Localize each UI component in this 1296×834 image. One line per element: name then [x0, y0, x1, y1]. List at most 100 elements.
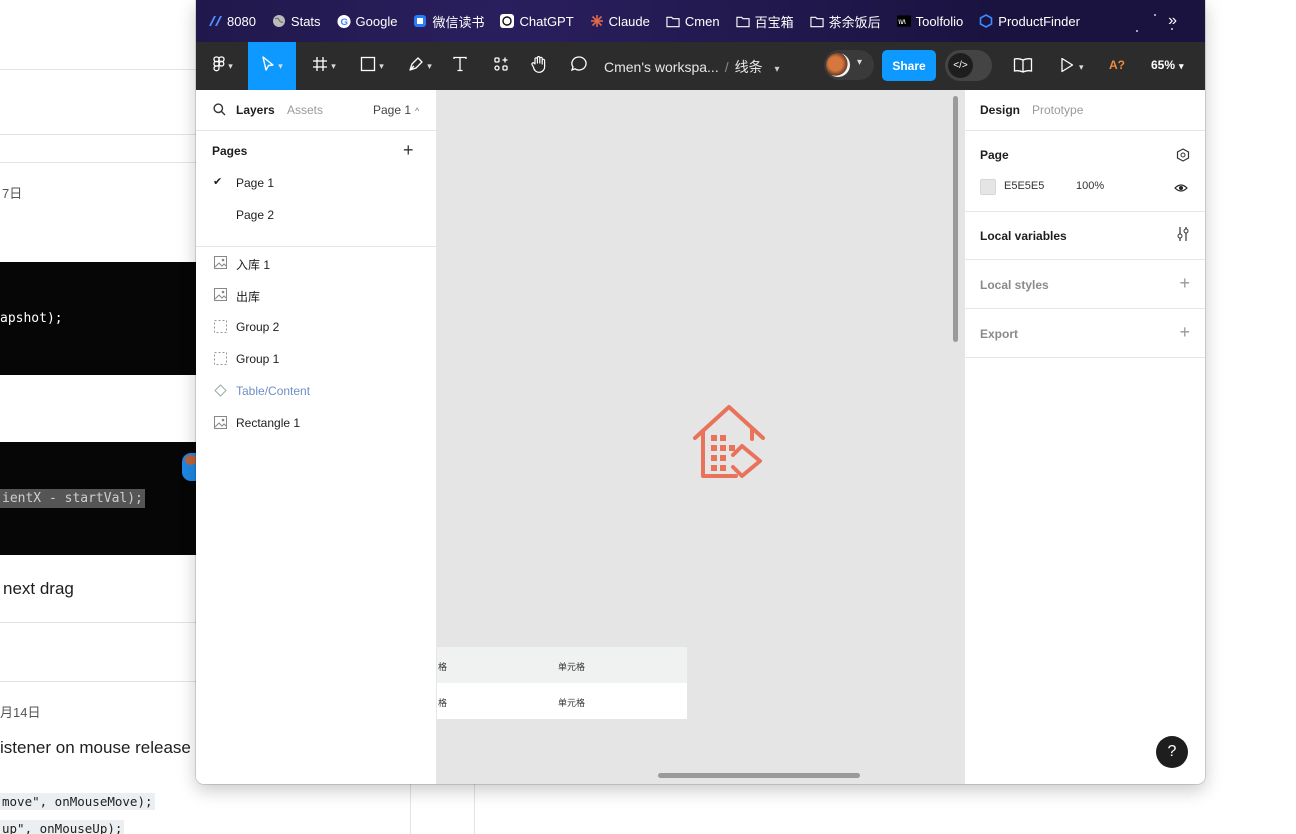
bookmark-toolfolio[interactable]: \\/\ Toolfolio	[896, 14, 963, 29]
chevron-double-right-icon[interactable]: »	[1168, 12, 1177, 30]
layer-item[interactable]: Table/Content	[196, 375, 436, 407]
tab-layers[interactable]: Layers	[236, 103, 275, 117]
dev-mode-toggle[interactable]: </>	[945, 50, 992, 81]
table-cell: 单元格	[558, 698, 586, 708]
zoom-menu[interactable]: 65% ▾	[1151, 58, 1184, 72]
frame-tool-button[interactable]: ▾	[304, 42, 344, 90]
hand-tool-button[interactable]	[524, 42, 554, 90]
move-tool-button[interactable]: ▾	[248, 42, 296, 90]
file-name[interactable]: 线条	[735, 59, 763, 75]
plus-icon[interactable]: +	[1179, 322, 1190, 343]
rectangle-icon	[360, 56, 376, 77]
font-warning-button[interactable]: A?	[1109, 58, 1125, 72]
page-item[interactable]: ✔ Page 1	[196, 167, 436, 199]
comment-tool-button[interactable]	[564, 42, 594, 90]
bookmark-weread[interactable]: 微信读书	[413, 12, 484, 31]
layer-item[interactable]: Group 2	[196, 311, 436, 343]
bookmark-folder-cmen[interactable]: Cmen	[666, 14, 720, 29]
vite-icon	[208, 14, 222, 28]
chatgpt-icon	[500, 14, 515, 28]
bookmark-folder-baibaoxiang[interactable]: 百宝箱	[735, 12, 794, 31]
panel-tabs: Layers Assets Page 1 ^	[196, 90, 436, 131]
chevron-down-icon[interactable]: ▾	[775, 64, 780, 75]
vertical-scrollbar[interactable]	[953, 96, 958, 342]
image-icon	[214, 416, 227, 429]
help-button[interactable]: ?	[1156, 736, 1188, 768]
plus-icon[interactable]: +	[1179, 273, 1190, 294]
layer-item[interactable]: Rectangle 1	[196, 407, 436, 439]
user-avatar-menu[interactable]: ▾	[824, 50, 874, 80]
svg-text:\\/\: \\/\	[898, 19, 905, 26]
image-icon	[214, 256, 227, 269]
figma-logo-icon	[213, 55, 225, 77]
bookmark-claude[interactable]: Claude	[590, 14, 650, 29]
check-icon: ✔	[213, 176, 223, 188]
cursor-icon	[261, 55, 275, 77]
frame-icon	[312, 56, 328, 77]
page-item[interactable]: Page 2	[196, 199, 436, 231]
layer-item[interactable]: 出库	[196, 279, 436, 311]
layer-item[interactable]: 入库 1	[196, 247, 436, 279]
bookmark-folder-chayufanhou[interactable]: 茶余饭后	[809, 12, 881, 31]
warehouse-outbound-icon[interactable]	[692, 403, 768, 484]
code-line-selected: ientX - startVal);	[0, 489, 145, 508]
share-button[interactable]: Share	[882, 50, 936, 81]
bookmark-8080[interactable]: 8080	[208, 14, 256, 29]
bookmark-chatgpt[interactable]: ChatGPT	[500, 14, 574, 29]
chevron-down-icon: ▾	[278, 60, 283, 71]
shape-tool-button[interactable]: ▾	[352, 42, 392, 90]
productfinder-icon	[979, 14, 993, 28]
image-icon	[214, 288, 227, 301]
table-content[interactable]: 格 单元格 格 单元格	[437, 647, 687, 719]
page-selector[interactable]: Page 1 ^	[373, 103, 419, 117]
page-color-value[interactable]: E5E5E5	[1004, 180, 1044, 192]
file-breadcrumb[interactable]: Cmen's workspa... / 线条 ▾	[604, 57, 780, 77]
tab-prototype[interactable]: Prototype	[1032, 103, 1083, 117]
workspace-name[interactable]: Cmen's workspa...	[604, 59, 719, 75]
folder-icon	[735, 14, 750, 28]
text-icon	[452, 56, 468, 77]
local-variables-section[interactable]: Local variables	[965, 212, 1205, 260]
main-menu-button[interactable]: ▾	[202, 42, 244, 90]
section-heading: Export	[980, 327, 1019, 341]
table-cell: 格	[438, 698, 448, 708]
search-icon[interactable]	[213, 103, 226, 121]
tab-assets[interactable]: Assets	[287, 103, 323, 117]
google-icon: G	[336, 14, 351, 28]
bookmark-stats[interactable]: Stats	[272, 14, 321, 29]
component-instance-icon	[214, 384, 227, 397]
bookmarks-bar: 8080 Stats G Google 微信读书 ChatGPT Claude …	[196, 0, 1205, 42]
pen-tool-button[interactable]: ▾	[400, 42, 440, 90]
bookmark-google[interactable]: G Google	[336, 14, 397, 29]
add-page-button[interactable]: +	[403, 140, 414, 161]
layer-item[interactable]: Group 1	[196, 343, 436, 375]
chevron-down-icon: ▾	[379, 60, 384, 71]
library-book-icon[interactable]	[1013, 57, 1033, 78]
variables-sliders-icon[interactable]	[1176, 226, 1190, 247]
present-button[interactable]: ▾	[1060, 57, 1084, 78]
resources-button[interactable]	[486, 42, 516, 90]
date-label: 月14日	[0, 705, 41, 720]
paragraph-text: next drag	[3, 579, 74, 598]
plus-icon: +	[403, 140, 414, 160]
tab-design[interactable]: Design	[980, 103, 1020, 117]
canvas[interactable]: 格 单元格 格 单元格	[437, 90, 964, 784]
text-tool-button[interactable]	[446, 42, 474, 90]
section-heading: Page	[980, 148, 1009, 162]
claude-icon	[590, 14, 604, 28]
page-opacity-value[interactable]: 100%	[1076, 180, 1104, 192]
group-icon	[214, 320, 227, 333]
resources-icon	[493, 56, 509, 77]
chevron-down-icon: ▾	[857, 57, 863, 68]
chevron-up-icon: ^	[415, 106, 420, 116]
section-heading: Local variables	[980, 229, 1067, 243]
group-icon	[214, 352, 227, 365]
bookmark-productfinder[interactable]: ProductFinder	[979, 14, 1080, 29]
eye-icon[interactable]	[1174, 180, 1188, 198]
toolbar: ▾ ▾ ▾ ▾ ▾ Cmen's workspa... / 线条 ▾	[196, 42, 1205, 90]
globe-icon	[272, 14, 286, 28]
horizontal-scrollbar[interactable]	[658, 773, 860, 778]
code-line: move", onMouseMove);	[0, 793, 155, 810]
styles-hex-icon[interactable]	[1176, 148, 1190, 167]
page-color-swatch[interactable]	[980, 179, 996, 195]
